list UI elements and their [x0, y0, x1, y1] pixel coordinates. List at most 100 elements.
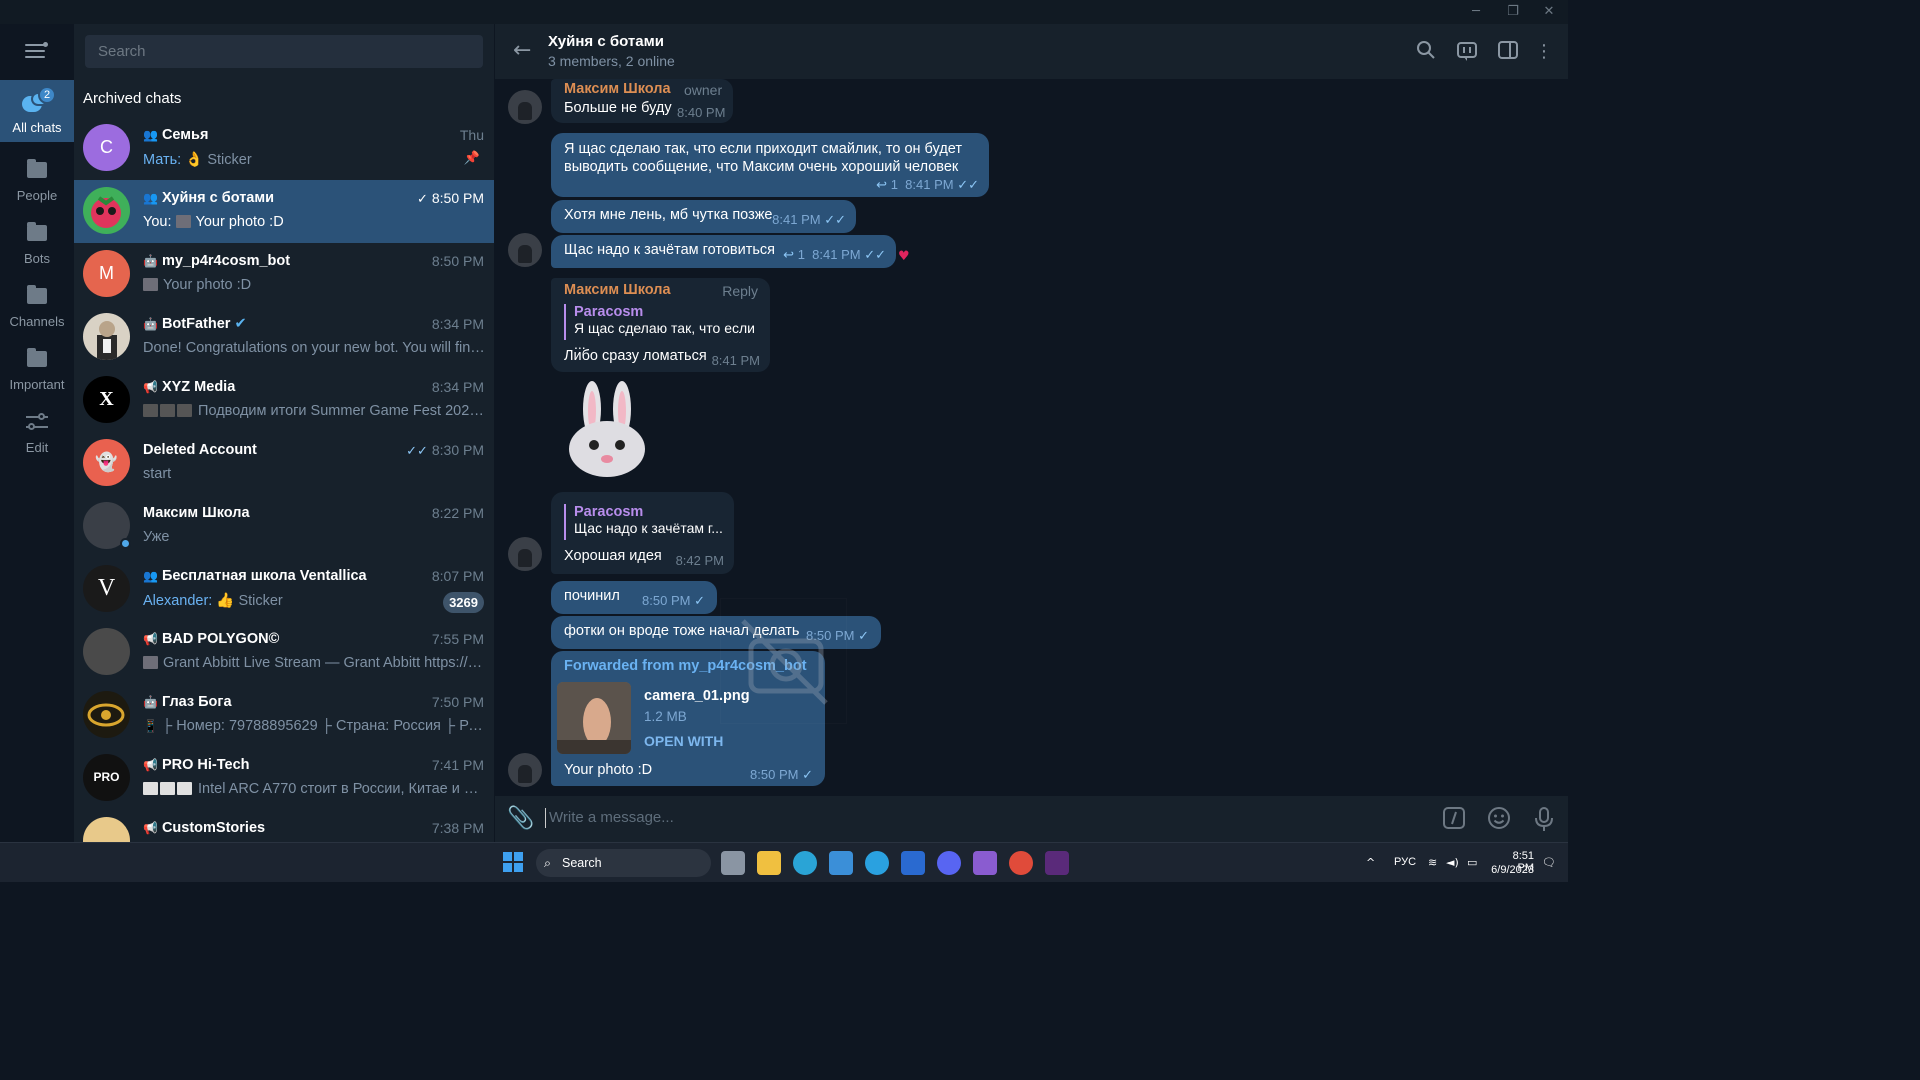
close-icon[interactable]: ✕ [1539, 4, 1559, 20]
restore-icon[interactable]: ❐ [1503, 4, 1523, 20]
chat-name: Глаз Бога [161, 694, 232, 710]
chat-row[interactable]: V 👥 Бесплатная школа Ventallica 8:07 PM A… [74, 558, 494, 621]
search-icon[interactable] [1414, 40, 1438, 64]
avatar: 👻 [83, 439, 130, 486]
sidebar-toggle-icon[interactable] [1496, 40, 1520, 64]
voice-chat-icon[interactable] [1455, 40, 1479, 64]
notifications-icon[interactable]: 🗨 [1542, 856, 1556, 869]
file-thumbnail[interactable] [557, 682, 631, 754]
reply-arrow-icon: ↩ [783, 248, 795, 263]
sender-avatar[interactable] [508, 537, 542, 571]
message-bubble[interactable]: Щас надо к зачётам готовиться ↩ 1 8:41 P… [551, 235, 896, 268]
message-bubble[interactable]: Я щас сделаю так, что если приходит смай… [551, 133, 989, 197]
avatar: PRO [83, 754, 130, 801]
volume-icon[interactable]: ◄) [1446, 856, 1459, 869]
chat-row[interactable]: Максим Школа 8:22 PM Уже [74, 495, 494, 558]
language-indicator[interactable]: РУС [1394, 856, 1416, 868]
message-bubble[interactable]: Paracosm Щас надо к зачётам г... Хорошая… [551, 492, 734, 574]
chat-row[interactable]: PRO 📢 PRO Hi-Tech 7:41 PM Intel ARC A770 … [74, 747, 494, 810]
sliders-icon [26, 412, 48, 432]
microphone-icon[interactable] [1531, 806, 1557, 832]
telegram-window: ─ ❐ ✕ 2 All chats People Bots Channels I… [0, 0, 1568, 882]
chat-preview: Подводим итоги Summer Game Fest 2023. ..… [198, 403, 485, 419]
sticker-bunny[interactable] [564, 379, 654, 503]
chat-row[interactable]: 👥 Хуйня с ботами ✓ 8:50 PM You: Your photo… [74, 180, 494, 243]
chrome-icon[interactable] [1009, 851, 1033, 875]
folder-important[interactable]: Important [0, 341, 74, 403]
folder-edit[interactable]: Edit [0, 404, 74, 466]
chat-row[interactable]: 🤖 Глаз Бога 7:50 PM 📱 ├ Номер: 79788895629… [74, 684, 494, 747]
message-text: Я щас сделаю так, что если приходит смай… [564, 141, 962, 175]
message-time: 8:40 PM [677, 105, 726, 120]
media-thumbnail [143, 782, 158, 795]
chat-header: ← Хуйня с ботами 3 members, 2 online ⋮ [494, 24, 1568, 79]
visual-studio-icon[interactable] [973, 851, 997, 875]
chat-row[interactable]: X 📢 XYZ Media 8:34 PM Подводим итоги Summ… [74, 369, 494, 432]
message-bubble[interactable]: починил 8:50 PM ✓ [551, 581, 717, 614]
chat-title[interactable]: Хуйня с ботами [548, 33, 664, 50]
folder-all-chats[interactable]: 2 All chats [0, 80, 74, 142]
menu-icon[interactable] [25, 42, 49, 60]
ghost-icon: 👻 [95, 452, 118, 473]
folder-badge: 2 [38, 86, 56, 104]
windows-start-icon[interactable] [502, 851, 526, 875]
message-input[interactable]: Write a message... [545, 808, 674, 828]
more-options-icon[interactable]: ⋮ [1532, 40, 1556, 64]
group-icon: 👥 [143, 191, 158, 205]
my-avatar[interactable] [508, 753, 542, 787]
chat-row[interactable]: 👻 Deleted Account ✓✓ 8:30 PM start [74, 432, 494, 495]
telegram-icon[interactable] [865, 851, 889, 875]
reply-quote[interactable]: Paracosm Щас надо к зачётам г... [564, 504, 724, 540]
edge-icon[interactable] [793, 851, 817, 875]
archived-chats-row[interactable]: Archived chats [83, 90, 181, 107]
file-explorer-icon[interactable] [757, 851, 781, 875]
my-avatar[interactable] [508, 233, 542, 267]
terminal-icon[interactable] [1045, 851, 1069, 875]
message-bubble[interactable]: Максим Школа owner Больше не буду 8:40 P… [551, 79, 733, 123]
folder-label: Important [9, 377, 65, 392]
tray-chevron-icon[interactable]: ^ [1366, 856, 1375, 869]
message-bubble[interactable]: Максим Школа Reply Paracosm Я щас сделаю… [551, 278, 770, 372]
message-bubble[interactable]: Хотя мне лень, мб чутка позже 8:41 PM ✓✓ [551, 200, 856, 233]
heart-reaction[interactable]: ♥ [898, 249, 910, 264]
discord-icon[interactable] [937, 851, 961, 875]
quote-author: Paracosm [574, 504, 644, 520]
open-with-button[interactable]: OPEN WITH [644, 733, 723, 749]
chat-row[interactable]: 🤖 BotFather ✔ 8:34 PM Done! Congratulatio… [74, 306, 494, 369]
message-time: 8:50 PM [642, 593, 691, 608]
task-view-icon[interactable] [721, 851, 745, 875]
remote-desktop-icon[interactable] [901, 851, 925, 875]
chat-name: PRO Hi-Tech [161, 757, 250, 773]
message-text: Хорошая идея [564, 548, 662, 564]
chat-time: 7:38 PM [431, 820, 484, 836]
read-check-icon: ✓✓ [824, 213, 846, 228]
back-arrow-icon[interactable]: ← [513, 38, 531, 63]
media-thumbnail [177, 782, 192, 795]
media-thumbnail [143, 656, 158, 669]
attach-icon[interactable]: 📎 [507, 806, 534, 831]
search-input[interactable]: Search [85, 35, 483, 68]
reply-count: 1 [890, 177, 898, 192]
unread-badge: 3269 [443, 592, 484, 613]
chat-name: BotFather [161, 316, 231, 332]
taskbar-search[interactable]: ⌕ Search [536, 849, 711, 877]
chat-time: 8:30 PM [431, 442, 484, 458]
reply-button[interactable]: Reply [722, 283, 758, 299]
minimize-icon[interactable]: ─ [1466, 4, 1486, 20]
chat-preview: 👌 Sticker [185, 152, 252, 168]
folder-channels[interactable]: Channels [0, 278, 74, 340]
clock-date[interactable]: 6/9/2023 [1490, 864, 1534, 876]
folder-people[interactable]: People [0, 152, 74, 214]
bot-commands-icon[interactable] [1441, 806, 1467, 832]
chat-row[interactable]: 📢 CustomStories 7:38 PM [74, 810, 494, 842]
chat-row[interactable]: 📢 BAD POLYGON© 7:55 PM Grant Abbitt Live … [74, 621, 494, 684]
store-icon[interactable] [829, 851, 853, 875]
chat-row[interactable]: M 🤖 my_p4r4cosm_bot 8:50 PM Your photo :D [74, 243, 494, 306]
emoji-icon[interactable] [1486, 806, 1512, 832]
reply-quote[interactable]: Paracosm Я щас сделаю так, что если ... [564, 304, 759, 352]
battery-icon[interactable]: ▭ [1467, 856, 1477, 869]
chat-row[interactable]: С 👥 Семья Thu Мать: 👌 Sticker 📌 [74, 117, 494, 180]
wifi-icon[interactable]: ≋ [1428, 856, 1437, 869]
folder-bots[interactable]: Bots [0, 215, 74, 277]
sender-avatar[interactable] [508, 90, 542, 124]
